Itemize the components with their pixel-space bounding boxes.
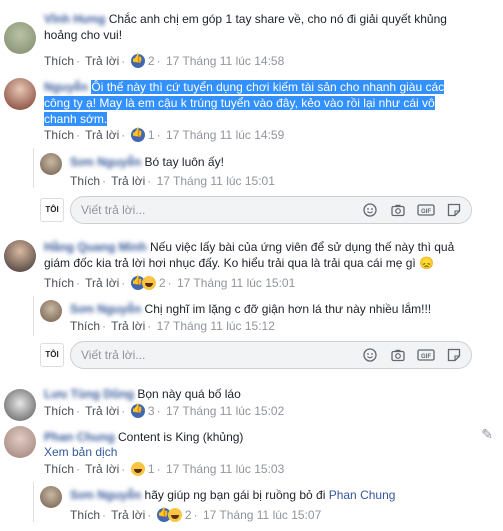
camera-icon[interactable] [391,203,405,217]
comment-2-body: Nguyễn Ôi thế này thì cứ tuyển dụng chơi… [44,79,464,127]
avatar[interactable] [40,486,62,508]
reply-2-meta: Thích · Trả lời · 17 Tháng 11 lúc 15:12 [70,319,275,333]
avatar[interactable] [4,426,36,458]
reply-thread-line [33,148,34,188]
reply-2-body: Sơn Nguyễn Chị nghĩ im lặng c đỡ giận hơ… [70,301,470,317]
comment-author[interactable]: Phan Chung [44,430,115,444]
reaction-count[interactable]: 2 [148,54,155,68]
like-link[interactable]: Thích [44,128,74,142]
my-avatar: TÔI [40,343,64,367]
like-link[interactable]: Thích [70,319,100,333]
reaction-count[interactable]: 2 [159,276,166,290]
reply-3-meta: Thích· Trả lời· 2· 17 Tháng 11 lúc 15:07 [70,507,321,522]
reply-link[interactable]: Trả lời [111,319,145,333]
comment-author[interactable]: Lưu Tùng Dũng [44,387,134,401]
timestamp[interactable]: 17 Tháng 11 lúc 15:12 [157,319,275,333]
timestamp[interactable]: 17 Tháng 11 lúc 15:01 [177,276,295,290]
reply-author[interactable]: Sơn Nguyễn [70,155,141,169]
avatar[interactable] [40,300,62,322]
comment-author[interactable]: Nguyễn [44,80,88,94]
comment-1-meta: Thích· Trả lời· 2· 17 Tháng 11 lúc 14:58 [44,53,284,68]
like-link[interactable]: Thích [44,404,74,418]
camera-icon[interactable] [391,348,405,362]
comment-1-body: Vĩnh Hưng Chắc anh chị em góp 1 tay shar… [44,11,464,43]
avatar[interactable] [4,389,36,421]
sticker-icon[interactable] [447,348,461,362]
comment-3-body: Hằng Quang Minh Nếu việc lấy bài của ứng… [44,239,464,271]
avatar[interactable] [4,240,36,272]
comment-4-meta: Thích· Trả lời· 3· 17 Tháng 11 lúc 15:02 [44,403,284,418]
comment-text: Bọn này quá bố láo [137,387,241,401]
reaction-count[interactable]: 3 [148,404,155,418]
reply-input[interactable]: Viết trả lời... GIF [70,341,472,369]
like-reaction-icon[interactable] [130,127,145,142]
avatar[interactable] [4,22,36,54]
reply-1-body: Sơn Nguyễn Bó tay luôn ấy! [70,154,470,170]
comment-text: Ôi thế này thì cứ tuyển dụng chơi kiếm t… [44,80,445,126]
gif-icon[interactable]: GIF [417,348,435,362]
emoji-icon[interactable] [363,203,377,217]
haha-reaction-icon[interactable] [130,462,145,476]
reply-text: hãy giúp ng bạn gái bị ruồng bỏ đi [144,488,326,502]
sticker-icon[interactable] [447,203,461,217]
like-link[interactable]: Thích [70,174,100,188]
reaction-count[interactable]: 2 [185,508,192,522]
reply-text: Bó tay luôn ấy! [144,155,224,169]
avatar[interactable] [40,153,62,175]
comment-text: Content is King (khủng) [118,430,244,444]
reply-thread-line [33,296,34,336]
reply-link[interactable]: Trả lời [85,404,119,418]
like-link[interactable]: Thích [70,508,100,522]
reply-link[interactable]: Trả lời [111,174,145,188]
comment-3-meta: Thích· Trả lời· 2· 17 Tháng 11 lúc 15:01 [44,275,295,290]
comment-author[interactable]: Hằng Quang Minh [44,240,147,254]
like-reaction-icon[interactable] [130,53,145,68]
comment-author[interactable]: Vĩnh Hưng [44,12,105,26]
see-translation-link[interactable]: Xem bản dịch [44,445,117,459]
timestamp[interactable]: 17 Tháng 11 lúc 15:01 [157,174,275,188]
reply-link[interactable]: Trả lời [85,462,119,476]
reply-1-meta: Thích · Trả lời · 17 Tháng 11 lúc 15:01 [70,174,275,188]
reply-author[interactable]: Sơn Nguyễn [70,488,141,502]
reply-link[interactable]: Trả lời [85,54,119,68]
reply-link[interactable]: Trả lời [85,276,119,290]
mention-link[interactable]: Phan Chung [329,488,396,502]
reaction-count[interactable]: 1 [148,462,155,476]
like-link[interactable]: Thích [44,462,74,476]
reply-author[interactable]: Sơn Nguyễn [70,302,141,316]
like-link[interactable]: Thích [44,276,74,290]
timestamp[interactable]: 17 Tháng 11 lúc 14:58 [166,54,284,68]
svg-text:GIF: GIF [421,354,431,360]
reply-3-body: Sơn Nguyễn hãy giúp ng bạn gái bị ruồng … [70,487,470,503]
comment-2-meta: Thích· Trả lời· 1· 17 Tháng 11 lúc 14:59 [44,127,284,142]
timestamp[interactable]: 17 Tháng 11 lúc 15:03 [166,462,284,476]
my-avatar: TÔI [40,198,64,222]
gif-icon[interactable]: GIF [417,203,435,217]
emoji-icon[interactable] [363,348,377,362]
haha-reaction-icon[interactable] [167,508,182,522]
reply-placeholder: Viết trả lời... [81,203,146,217]
comment-5-body: Phan Chung Content is King (khủng) [44,429,464,445]
reply-text: Chị nghĩ im lặng c đỡ giận hơn lá thư nà… [144,302,432,316]
reply-thread-line [33,482,34,522]
reply-link[interactable]: Trả lời [111,508,145,522]
haha-reaction-icon[interactable] [141,276,156,290]
reply-link[interactable]: Trả lời [85,128,119,142]
svg-text:GIF: GIF [421,209,431,215]
more-options-icon[interactable]: ✎ [481,426,493,443]
timestamp[interactable]: 17 Tháng 11 lúc 15:02 [166,404,284,418]
reply-input[interactable]: Viết trả lời... GIF [70,196,472,224]
timestamp[interactable]: 17 Tháng 11 lúc 14:59 [166,128,284,142]
like-link[interactable]: Thích [44,54,74,68]
like-reaction-icon[interactable] [130,403,145,418]
comment-5-meta: Thích · Trả lời · 1 · 17 Tháng 11 lúc 15:03 [44,462,285,476]
timestamp[interactable]: 17 Tháng 11 lúc 15:07 [203,508,321,522]
avatar[interactable] [4,78,36,110]
comment-4-body: Lưu Tùng Dũng Bọn này quá bố láo [44,386,464,402]
reaction-count[interactable]: 1 [148,128,155,142]
reply-placeholder: Viết trả lời... [81,348,146,362]
